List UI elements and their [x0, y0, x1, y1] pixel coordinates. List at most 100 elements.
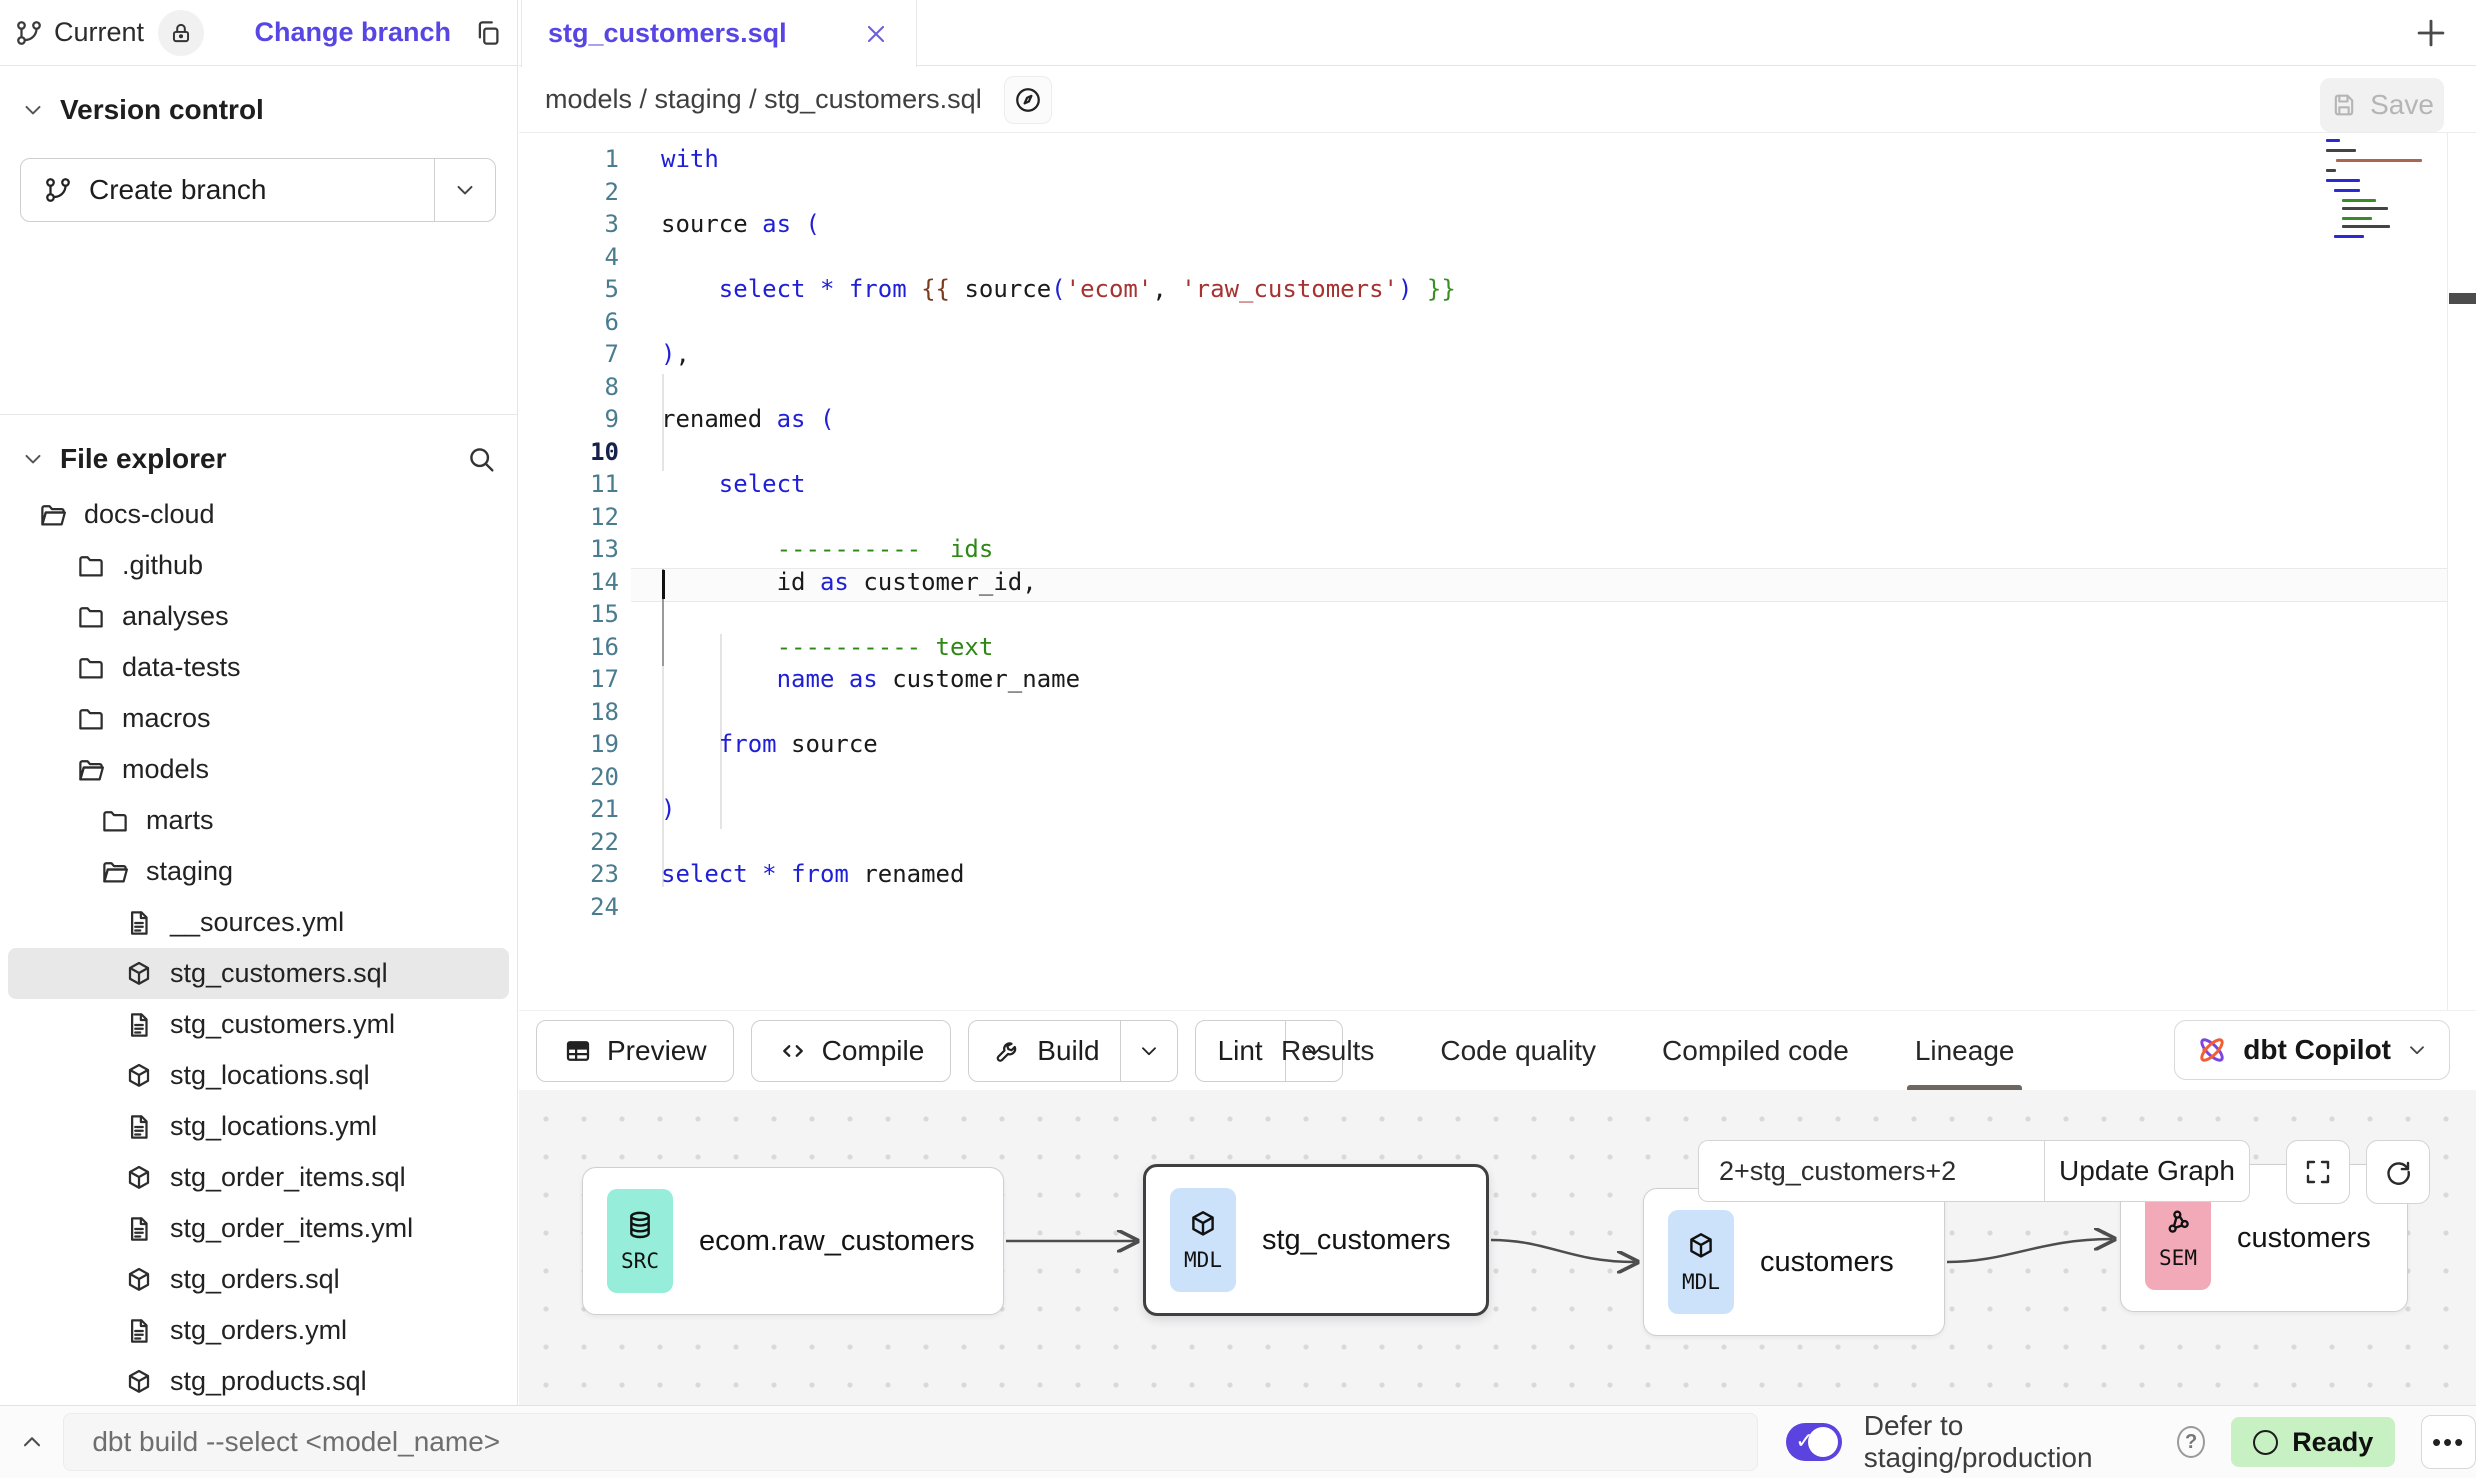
fullscreen-icon — [2302, 1156, 2334, 1188]
lineage-filter-box[interactable] — [1698, 1140, 2044, 1202]
lineage-node-ecom-raw-customers[interactable]: SRCecom.raw_customers — [582, 1167, 1004, 1315]
save-button[interactable]: Save — [2320, 78, 2444, 132]
minimap[interactable] — [2326, 137, 2446, 237]
tree-item-staging[interactable]: staging — [8, 846, 509, 897]
tree-item-label: stg_orders.yml — [170, 1315, 347, 1346]
code-line: ---------- text — [661, 631, 2446, 664]
tree-item-stg-orders-sql[interactable]: stg_orders.sql — [8, 1254, 509, 1305]
tree-item-stg-order-items-yml[interactable]: stg_order_items.yml — [8, 1203, 509, 1254]
code-content[interactable]: with source as ( select * from {{ source… — [661, 143, 2446, 923]
dbt-copilot-label: dbt Copilot — [2243, 1034, 2391, 1066]
line-number: 21 — [519, 793, 619, 826]
code-line: select * from {{ source('ecom', 'raw_cus… — [661, 273, 2446, 306]
defer-label: Defer to staging/production — [1864, 1410, 2155, 1474]
dbt-cloud-ide: Current Change branch Version control Cr… — [0, 0, 2476, 1478]
tree-item-macros[interactable]: macros — [8, 693, 509, 744]
code-line: name as customer_name — [661, 663, 2446, 696]
lineage-canvas[interactable]: SRCecom.raw_customers MDLstg_customers MDL… — [519, 1090, 2476, 1405]
dbt-copilot-button[interactable]: dbt Copilot — [2174, 1020, 2450, 1080]
panel-tab-code-quality[interactable]: Code quality — [1440, 1011, 1596, 1091]
mdl-badge: MDL — [1668, 1210, 1734, 1314]
badge-label: MDL — [1682, 1270, 1720, 1294]
create-branch-dropdown[interactable] — [435, 159, 495, 221]
line-numbers: 123456789101112131415161718192021222324 — [519, 143, 619, 923]
code-line: ---------- ids — [661, 533, 2446, 566]
compile-button[interactable]: Compile — [751, 1020, 952, 1082]
result-panel-tabs: Results Code quality Compiled code Lineage — [1281, 1011, 2014, 1091]
tree-item-stg-orders-yml[interactable]: stg_orders.yml — [8, 1305, 509, 1356]
tree-item--github[interactable]: .github — [8, 540, 509, 591]
tree-item-label: stg_customers.sql — [170, 958, 388, 989]
search-icon[interactable] — [465, 443, 497, 475]
tree-item-data-tests[interactable]: data-tests — [8, 642, 509, 693]
tree-item-stg-customers-sql[interactable]: stg_customers.sql — [8, 948, 509, 999]
tree-item-marts[interactable]: marts — [8, 795, 509, 846]
tab-stg-customers-sql[interactable]: stg_customers.sql — [521, 0, 917, 67]
lineage-node-customers[interactable]: MDL customers — [1643, 1188, 1945, 1336]
line-number: 3 — [519, 208, 619, 241]
tree-item-label: stg_customers.yml — [170, 1009, 395, 1040]
tree-item-stg-locations-yml[interactable]: stg_locations.yml — [8, 1101, 509, 1152]
line-number: 1 — [519, 143, 619, 176]
code-line — [661, 436, 2446, 469]
tree-item-stg-products-sql[interactable]: stg_products.sql — [8, 1356, 509, 1405]
branch-lock-badge — [158, 10, 204, 56]
folder-open-icon — [76, 755, 106, 785]
code-line — [661, 696, 2446, 729]
chevron-down-icon[interactable] — [20, 97, 46, 123]
panel-tab-compiled-code[interactable]: Compiled code — [1662, 1011, 1849, 1091]
git-branch-icon — [14, 18, 44, 48]
wrench-icon — [993, 1036, 1023, 1066]
tree-item-analyses[interactable]: analyses — [8, 591, 509, 642]
chevron-down-icon — [452, 177, 478, 203]
file-tree: docs-cloud.githubanalysesdata-testsmacro… — [0, 489, 517, 1405]
line-number: 8 — [519, 371, 619, 404]
code-line: id as customer_id, — [661, 566, 2446, 599]
collapse-panel-button[interactable] — [0, 1428, 63, 1456]
preview-label: Preview — [607, 1035, 707, 1067]
line-number: 12 — [519, 501, 619, 534]
line-number: 15 — [519, 598, 619, 631]
tree-item-stg-locations-sql[interactable]: stg_locations.sql — [8, 1050, 509, 1101]
chevron-down-icon[interactable] — [20, 446, 46, 472]
tree-item-models[interactable]: models — [8, 744, 509, 795]
fullscreen-button[interactable] — [2286, 1140, 2350, 1204]
new-tab-button[interactable] — [2412, 14, 2450, 52]
build-dropdown[interactable] — [1121, 1021, 1177, 1081]
tree-item-stg-customers-yml[interactable]: stg_customers.yml — [8, 999, 509, 1050]
code-editor[interactable]: 123456789101112131415161718192021222324 … — [519, 133, 2476, 1010]
branch-header: Current Change branch — [0, 0, 517, 66]
tree-item--sources-yml[interactable]: __sources.yml — [8, 897, 509, 948]
help-icon[interactable]: ? — [2177, 1426, 2205, 1458]
tree-item-stg-order-items-sql[interactable]: stg_order_items.sql — [8, 1152, 509, 1203]
lineage-filter-input[interactable] — [1719, 1156, 2044, 1187]
command-bar[interactable]: dbt build --select <model_name> — [63, 1413, 1758, 1471]
panel-tab-results[interactable]: Results — [1281, 1011, 1374, 1091]
tree-item-label: stg_locations.yml — [170, 1111, 377, 1142]
tree-item-docs-cloud[interactable]: docs-cloud — [8, 489, 509, 540]
update-graph-button[interactable]: Update Graph — [2044, 1140, 2250, 1202]
defer-toggle[interactable]: ✓ — [1786, 1423, 1841, 1461]
build-button[interactable]: Build — [968, 1020, 1177, 1082]
panel-tab-lineage[interactable]: Lineage — [1915, 1011, 2015, 1091]
code-line: ) — [661, 793, 2446, 826]
folder-open-icon — [100, 857, 130, 887]
copy-icon[interactable] — [473, 18, 503, 48]
refresh-button[interactable] — [2366, 1140, 2430, 1204]
line-number: 9 — [519, 403, 619, 436]
scrollbar-cursor-mark[interactable] — [2449, 293, 2476, 304]
src-badge: SRC — [607, 1189, 673, 1293]
more-menu-button[interactable]: ••• — [2421, 1415, 2476, 1469]
change-branch-link[interactable]: Change branch — [254, 17, 451, 48]
save-label: Save — [2370, 89, 2434, 121]
preview-button[interactable]: Preview — [536, 1020, 734, 1082]
copilot-context-button[interactable] — [1004, 76, 1052, 124]
version-control-title: Version control — [60, 94, 264, 126]
close-icon[interactable] — [862, 20, 890, 48]
chevron-down-icon — [2405, 1038, 2429, 1062]
node-label: customers — [1760, 1246, 1894, 1279]
file-doc-icon — [124, 908, 154, 938]
current-branch-label: Current — [54, 17, 144, 48]
create-branch-button[interactable]: Create branch — [20, 158, 496, 222]
lineage-node-stg-customers[interactable]: MDLstg_customers — [1143, 1164, 1489, 1316]
